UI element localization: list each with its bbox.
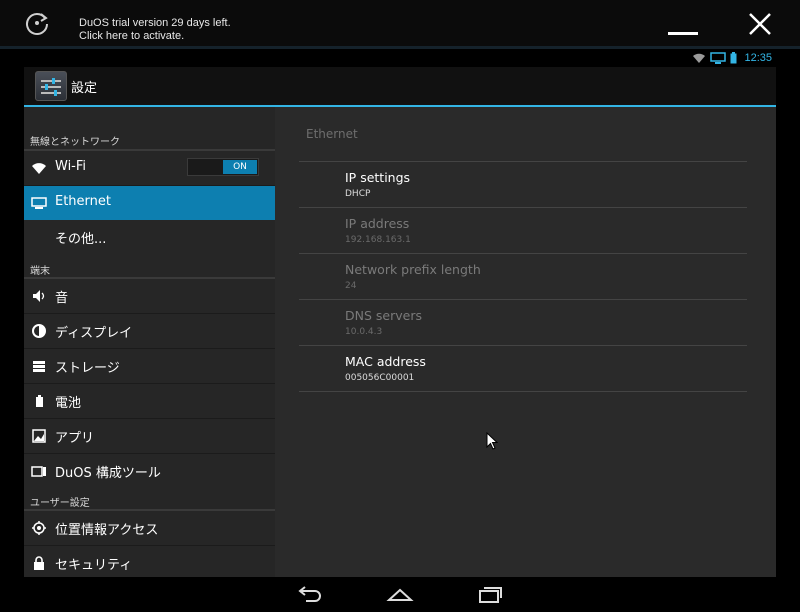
trial-notice[interactable]: DuOS trial version 29 days left. Click h… <box>79 17 231 43</box>
sidebar-item-label: アプリ <box>55 431 95 446</box>
duos-config-icon <box>31 466 46 477</box>
sound-icon <box>33 290 45 302</box>
pref-title: DNS servers <box>345 308 422 323</box>
sidebar-item-display[interactable]: ディスプレイ <box>24 314 275 348</box>
pref-dns-servers: DNS servers 10.0.4.3 <box>299 300 747 346</box>
sidebar-item-sound[interactable]: 音 <box>24 279 275 313</box>
section-header-device: 端末 <box>30 266 50 277</box>
sidebar-item-duos-config[interactable]: DuOS 構成ツール <box>24 454 275 488</box>
recent-apps-icon[interactable] <box>476 583 504 605</box>
ethernet-detail-pane: Ethernet IP settings DHCP IP address 192… <box>275 107 776 577</box>
pref-summary: 10.0.4.3 <box>345 327 383 337</box>
ethernet-status-icon <box>710 52 727 64</box>
pref-title: IP settings <box>345 170 411 185</box>
detail-divider <box>299 391 747 392</box>
sidebar-item-apps[interactable]: アプリ <box>24 419 275 453</box>
close-icon[interactable] <box>744 8 776 40</box>
lock-icon <box>34 556 44 570</box>
sidebar-item-label: 電池 <box>55 396 82 411</box>
wifi-icon <box>32 163 46 174</box>
wifi-toggle-state: ON <box>223 160 257 174</box>
sidebar-item-label: DuOS 構成ツール <box>55 466 161 481</box>
back-icon[interactable] <box>296 583 324 605</box>
sidebar-item-label: ストレージ <box>55 361 120 376</box>
trial-days-text: DuOS trial version 29 days left. <box>79 17 231 29</box>
settings-app-icon[interactable] <box>35 71 67 101</box>
sidebar-item-label: Ethernet <box>55 194 111 209</box>
sidebar-item-label: Wi-Fi <box>55 159 87 174</box>
sidebar-item-location[interactable]: 位置情報アクセス <box>24 511 275 545</box>
pref-title: MAC address <box>345 354 426 369</box>
pref-summary: 24 <box>345 281 357 291</box>
sidebar-item-security[interactable]: セキュリティ <box>24 546 275 577</box>
sidebar-item-more[interactable]: その他... <box>24 220 275 254</box>
pref-network-prefix-length: Network prefix length 24 <box>299 254 747 300</box>
ethernet-icon <box>31 197 47 209</box>
wifi-signal-icon <box>693 53 706 63</box>
apps-icon <box>32 429 46 443</box>
pref-summary: 192.168.163.1 <box>345 235 411 245</box>
storage-icon <box>33 361 45 372</box>
wifi-toggle[interactable]: ON <box>187 158 259 176</box>
sidebar-item-label: 音 <box>55 291 69 306</box>
status-clock: 12:35 <box>744 52 772 64</box>
pref-title: IP address <box>345 216 410 231</box>
rotate-icon[interactable] <box>24 10 50 36</box>
mouse-cursor-icon <box>486 432 498 450</box>
sidebar-item-label: セキュリティ <box>55 558 133 573</box>
pref-ip-address: IP address 192.168.163.1 <box>299 208 747 254</box>
sidebar-item-storage[interactable]: ストレージ <box>24 349 275 383</box>
sidebar-item-label: 位置情報アクセス <box>55 523 159 538</box>
sidebar-item-label: ディスプレイ <box>55 326 133 341</box>
minimize-button[interactable] <box>664 10 704 38</box>
pref-mac-address[interactable]: MAC address 005056C00001 <box>299 346 747 392</box>
sidebar-item-battery[interactable]: 電池 <box>24 384 275 418</box>
pref-ip-settings[interactable]: IP settings DHCP <box>299 162 747 208</box>
pref-summary: 005056C00001 <box>345 373 415 383</box>
section-header-user: ユーザー設定 <box>30 498 90 509</box>
battery-icon <box>36 395 43 407</box>
sidebar-item-wifi[interactable]: Wi-Fi ON <box>24 151 275 185</box>
pref-summary: DHCP <box>345 189 371 199</box>
android-screen: 12:35 設定 無線とネットワーク Wi-Fi ON Ethernet その他… <box>24 49 776 577</box>
sidebar-item-ethernet[interactable]: Ethernet <box>24 186 275 220</box>
detail-header: Ethernet <box>306 127 358 141</box>
pref-title: Network prefix length <box>345 262 481 277</box>
activate-link[interactable]: Click here to activate. <box>79 30 231 43</box>
status-bar: 12:35 <box>24 49 776 67</box>
sidebar-item-label: その他... <box>55 232 107 247</box>
section-header-wireless: 無線とネットワーク <box>30 137 120 148</box>
page-title: 設定 <box>71 81 98 96</box>
brightness-icon <box>32 324 46 338</box>
battery-status-icon <box>730 52 737 64</box>
action-bar: 設定 <box>24 67 776 105</box>
location-icon <box>32 521 46 535</box>
navigation-bar <box>0 577 800 612</box>
settings-list: 無線とネットワーク Wi-Fi ON Ethernet その他... 端末 音 … <box>24 107 275 577</box>
home-icon[interactable] <box>386 583 414 605</box>
host-banner: DuOS trial version 29 days left. Click h… <box>0 0 800 46</box>
